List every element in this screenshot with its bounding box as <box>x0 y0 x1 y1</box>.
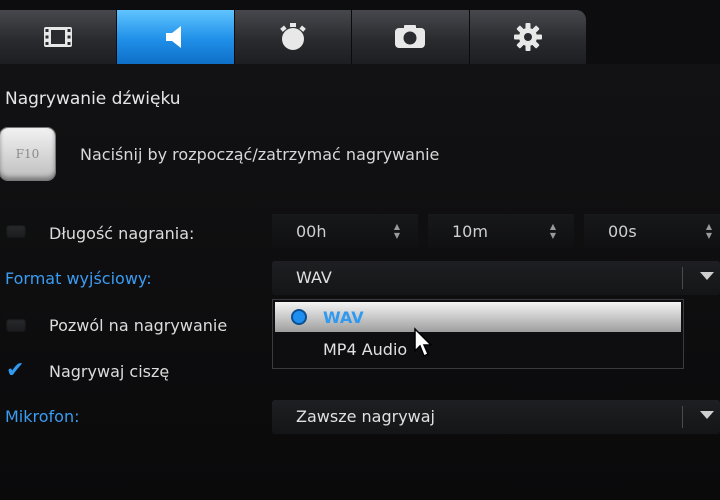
radio-selected-icon <box>293 311 305 323</box>
microphone-select[interactable]: Zawsze nagrywaj <box>272 400 720 434</box>
speaker-icon <box>165 26 181 48</box>
minutes-field[interactable]: 10m ▲ ▼ <box>428 214 574 248</box>
seconds-value: 00s <box>608 221 637 241</box>
tab-timer[interactable] <box>234 10 353 64</box>
mouse-cursor-icon <box>414 327 433 358</box>
spinner-up-icon: ▲ <box>705 222 713 231</box>
section-title: Nagrywanie dźwięku <box>5 89 181 109</box>
hotkey-description: Naciśnij by rozpocząć/zatrzymać nagrywan… <box>80 145 440 164</box>
spinner-down-icon: ▼ <box>393 231 401 240</box>
select-divider <box>682 406 683 428</box>
spinner-down-icon: ▼ <box>705 231 713 240</box>
dropdown-option[interactable]: WAV <box>275 302 681 332</box>
film-icon <box>44 27 73 47</box>
allow-recording-label: Pozwól na nagrywanie <box>49 316 228 335</box>
seconds-spinner[interactable]: ▲ ▼ <box>704 222 714 240</box>
allow-recording-checkbox[interactable] <box>6 318 26 332</box>
duration-checkbox[interactable] <box>6 224 26 238</box>
seconds-field[interactable]: 00s ▲ ▼ <box>584 214 720 248</box>
record-silence-label: Nagrywaj ciszę <box>49 362 170 381</box>
hours-field[interactable]: 00h ▲ ▼ <box>272 214 418 248</box>
spinner-down-icon: ▼ <box>549 231 557 240</box>
hours-spinner[interactable]: ▲ ▼ <box>392 222 402 240</box>
stopwatch-icon <box>280 23 306 50</box>
microphone-value: Zawsze nagrywaj <box>296 407 435 426</box>
tab-bar <box>0 10 587 64</box>
select-divider <box>682 267 683 289</box>
hotkey-key[interactable]: F10 <box>0 128 55 180</box>
output-format-label: Format wyjściowy: <box>5 269 152 288</box>
minutes-value: 10m <box>452 221 488 241</box>
gear-icon <box>513 23 542 51</box>
spinner-up-icon: ▲ <box>549 222 557 231</box>
output-format-value: WAV <box>296 268 332 287</box>
chevron-down-icon[interactable] <box>700 411 714 419</box>
tab-settings[interactable] <box>469 10 587 64</box>
hours-value: 00h <box>296 221 327 241</box>
checkmark-icon[interactable]: ✔ <box>6 360 24 382</box>
output-format-dropdown-list: WAV MP4 Audio <box>272 299 684 369</box>
camera-icon <box>395 25 426 48</box>
dropdown-option-label: MP4 Audio <box>323 340 408 359</box>
duration-label: Długość nagrania: <box>49 224 195 243</box>
microphone-label: Mikrofon: <box>5 407 80 426</box>
minutes-spinner[interactable]: ▲ ▼ <box>548 222 558 240</box>
spinner-up-icon: ▲ <box>393 222 401 231</box>
tab-audio[interactable] <box>117 10 235 64</box>
tab-screenshot[interactable] <box>352 10 470 64</box>
dropdown-option[interactable]: MP4 Audio <box>275 334 681 364</box>
output-format-select[interactable]: WAV <box>272 261 720 295</box>
dropdown-option-label: WAV <box>323 308 364 327</box>
tab-video[interactable] <box>0 10 118 64</box>
chevron-down-icon[interactable] <box>700 272 714 280</box>
